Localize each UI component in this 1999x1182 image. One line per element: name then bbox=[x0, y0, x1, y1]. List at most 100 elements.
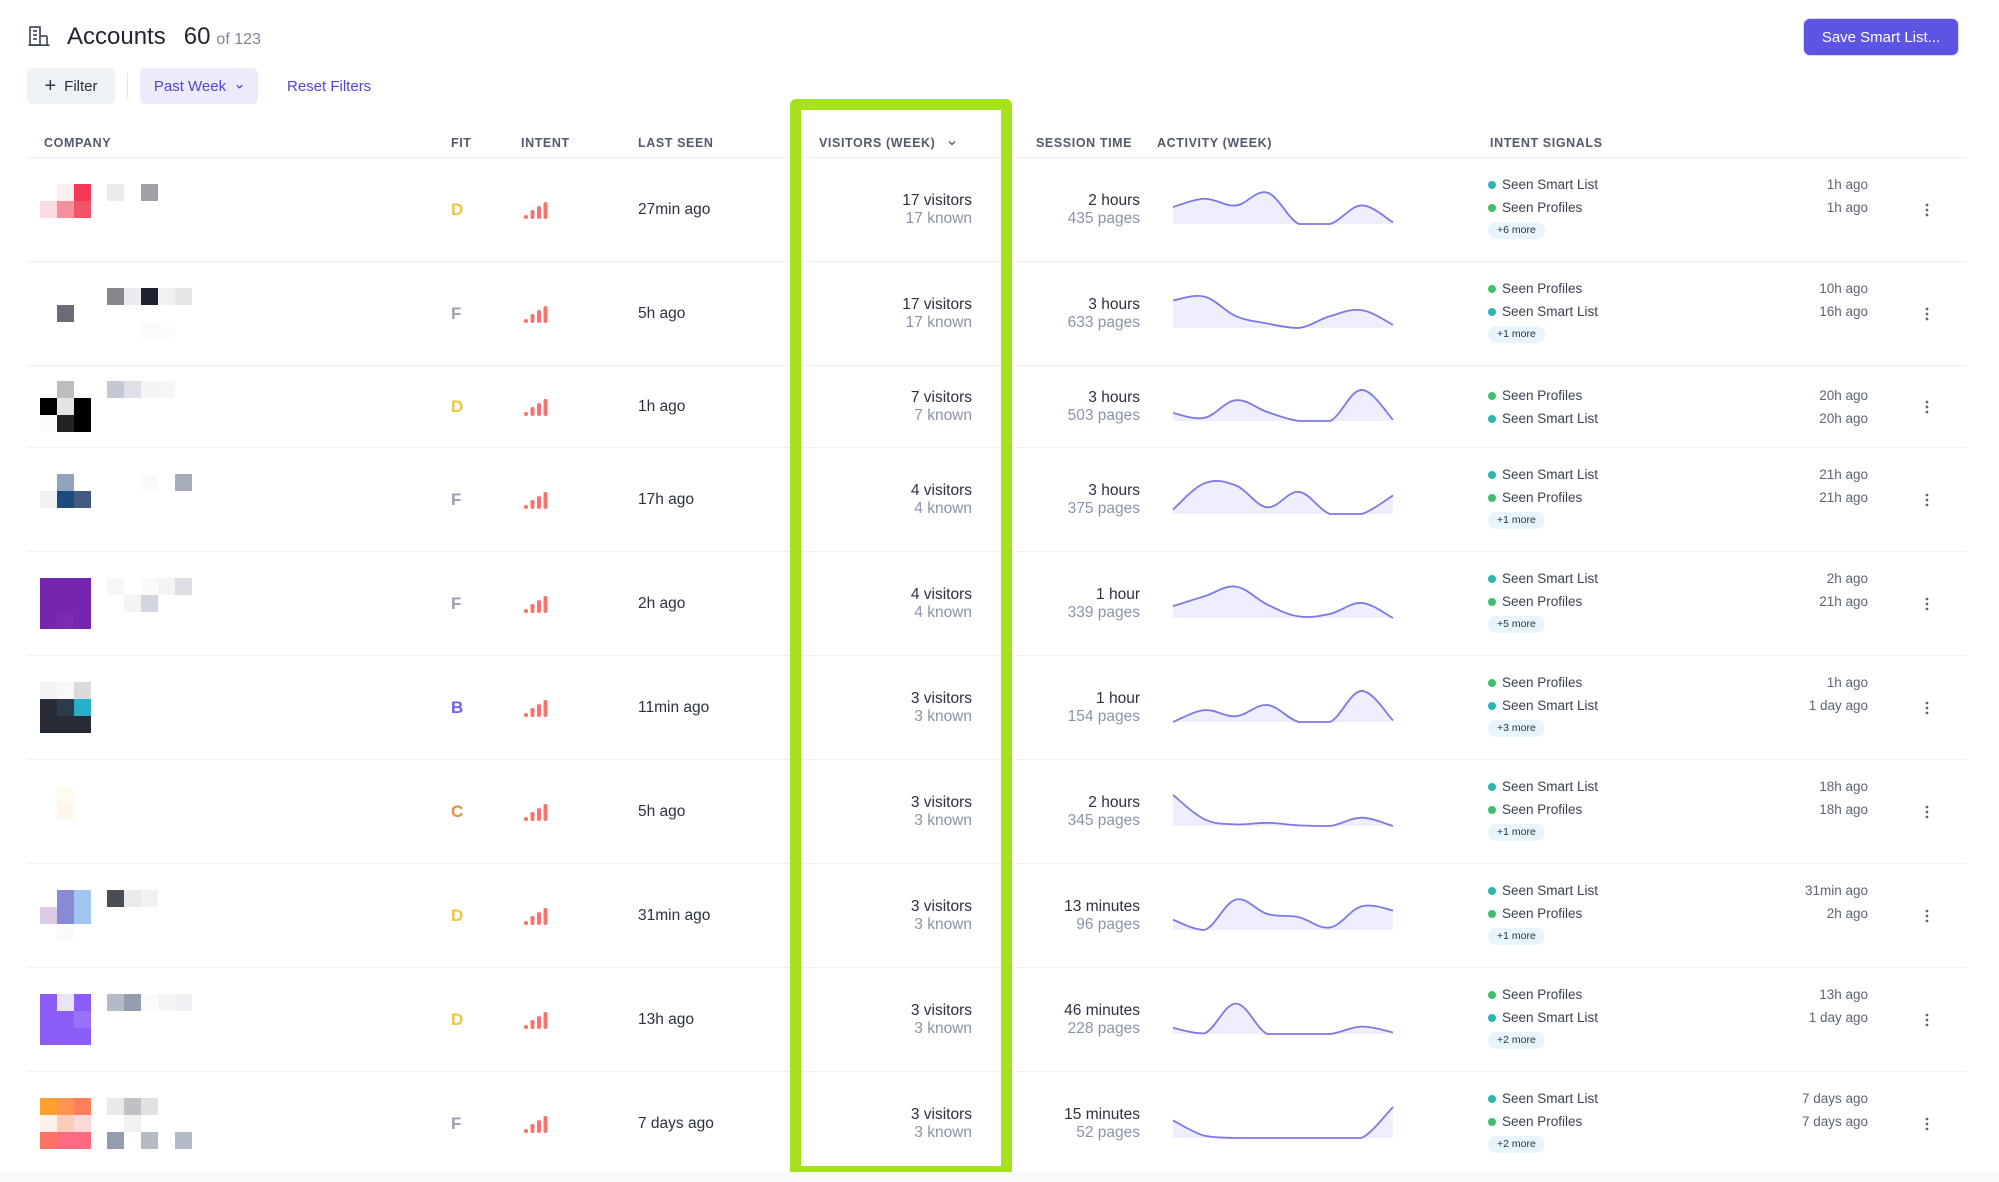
company-name-redacted[interactable] bbox=[107, 994, 192, 1045]
more-options-icon[interactable] bbox=[1919, 304, 1935, 324]
name-pixel bbox=[141, 595, 158, 612]
intent-signal-item[interactable]: Seen Profiles 13h ago bbox=[1488, 983, 1868, 1006]
signal-label: Seen Smart List bbox=[1502, 467, 1599, 482]
intent-signal-bars-icon bbox=[524, 399, 548, 416]
intent-signals: Seen Smart List 21h ago Seen Profiles 21h a… bbox=[1488, 463, 1868, 529]
more-options-icon[interactable] bbox=[1919, 1114, 1935, 1134]
name-pixel bbox=[175, 1028, 192, 1045]
signal-label: Seen Smart List bbox=[1502, 698, 1599, 713]
table-row[interactable]: D 13h ago 3 visitors 3 known 46 minutes 228 p… bbox=[27, 968, 1967, 1072]
known-count: 4 known bbox=[914, 500, 972, 517]
intent-signal-item[interactable]: Seen Profiles 1h ago bbox=[1488, 196, 1868, 219]
logo-pixel bbox=[57, 1132, 74, 1149]
column-header-last-seen[interactable]: LAST SEEN bbox=[638, 136, 714, 150]
intent-signal-item[interactable]: Seen Smart List 18h ago bbox=[1488, 775, 1868, 798]
page-count: 345 pages bbox=[1067, 812, 1140, 829]
table-row[interactable]: F 17h ago 4 visitors 4 known 3 hours 375 page… bbox=[27, 448, 1967, 552]
more-signals-badge[interactable]: +6 more bbox=[1488, 222, 1545, 239]
more-signals-badge[interactable]: +5 more bbox=[1488, 616, 1545, 633]
intent-signal-item[interactable]: Seen Profiles 21h ago bbox=[1488, 486, 1868, 509]
name-pixel bbox=[158, 381, 175, 398]
more-options-icon[interactable] bbox=[1919, 490, 1935, 510]
logo-pixel bbox=[40, 305, 57, 322]
name-pixel bbox=[158, 699, 175, 716]
intent-signal-item[interactable]: Seen Smart List 21h ago bbox=[1488, 463, 1868, 486]
intent-signal-item[interactable]: Seen Smart List 16h ago bbox=[1488, 300, 1868, 323]
company-name-redacted[interactable] bbox=[107, 682, 192, 733]
more-signals-badge[interactable]: +1 more bbox=[1488, 326, 1545, 343]
signal-label: Seen Profiles bbox=[1502, 1114, 1583, 1129]
more-options-icon[interactable] bbox=[1919, 200, 1935, 220]
more-signals-badge[interactable]: +1 more bbox=[1488, 512, 1545, 529]
column-header-visitors[interactable]: VISITORS (WEEK) bbox=[819, 136, 957, 150]
table-row[interactable]: F 7 days ago 3 visitors 3 known 15 minutes 52… bbox=[27, 1072, 1967, 1176]
table-row[interactable]: B 11min ago 3 visitors 3 known 1 hour 154 pag… bbox=[27, 656, 1967, 760]
company-name-redacted[interactable] bbox=[107, 184, 192, 235]
intent-signal-item[interactable]: Seen Profiles 18h ago bbox=[1488, 798, 1868, 821]
known-count: 3 known bbox=[914, 812, 972, 829]
signal-label: Seen Profiles bbox=[1502, 675, 1583, 690]
intent-signal-item[interactable]: Seen Profiles 10h ago bbox=[1488, 277, 1868, 300]
more-options-icon[interactable] bbox=[1919, 698, 1935, 718]
more-options-icon[interactable] bbox=[1919, 906, 1935, 926]
more-signals-badge[interactable]: +3 more bbox=[1488, 720, 1545, 737]
signal-time: 18h ago bbox=[1819, 802, 1868, 817]
name-pixel bbox=[158, 578, 175, 595]
visitors-cell: 4 visitors 4 known bbox=[812, 482, 972, 518]
intent-signal-item[interactable]: Seen Smart List 1h ago bbox=[1488, 173, 1868, 196]
more-signals-badge[interactable]: +2 more bbox=[1488, 1032, 1545, 1049]
intent-signal-item[interactable]: Seen Smart List 2h ago bbox=[1488, 567, 1868, 590]
intent-signal-item[interactable]: Seen Smart List 31min ago bbox=[1488, 879, 1868, 902]
column-header-activity[interactable]: ACTIVITY (WEEK) bbox=[1157, 136, 1272, 150]
intent-signal-item[interactable]: Seen Smart List 20h ago bbox=[1488, 407, 1868, 430]
name-pixel bbox=[141, 381, 158, 398]
more-options-icon[interactable] bbox=[1919, 397, 1935, 417]
add-filter-button[interactable]: + Filter bbox=[27, 68, 115, 104]
more-options-icon[interactable] bbox=[1919, 1010, 1935, 1030]
logo-pixel bbox=[74, 508, 91, 525]
column-header-intent[interactable]: INTENT bbox=[521, 136, 570, 150]
table-row[interactable]: D 1h ago 7 visitors 7 known 3 hours 503 pages… bbox=[27, 366, 1967, 448]
column-header-intent-signals[interactable]: INTENT SIGNALS bbox=[1490, 136, 1603, 150]
company-name-redacted[interactable] bbox=[107, 786, 192, 837]
intent-signal-item[interactable]: Seen Profiles 20h ago bbox=[1488, 384, 1868, 407]
intent-signal-item[interactable]: Seen Profiles 7 days ago bbox=[1488, 1110, 1868, 1133]
table-row[interactable]: F 5h ago 17 visitors 17 known 3 hours 633 pag… bbox=[27, 262, 1967, 366]
table-row[interactable]: C 5h ago 3 visitors 3 known 2 hours 345 pages… bbox=[27, 760, 1967, 864]
name-pixel bbox=[141, 716, 158, 733]
reset-filters-link[interactable]: Reset Filters bbox=[287, 78, 371, 95]
more-signals-badge[interactable]: +2 more bbox=[1488, 1136, 1545, 1153]
intent-signal-item[interactable]: Seen Profiles 21h ago bbox=[1488, 590, 1868, 613]
company-name-redacted[interactable] bbox=[107, 578, 192, 629]
account-count: 60 bbox=[183, 23, 211, 50]
more-signals-badge[interactable]: +1 more bbox=[1488, 928, 1545, 945]
page-count: 154 pages bbox=[1067, 708, 1140, 725]
company-name-redacted[interactable] bbox=[107, 381, 192, 432]
company-name-redacted[interactable] bbox=[107, 288, 192, 339]
name-pixel bbox=[107, 491, 124, 508]
intent-signal-item[interactable]: Seen Smart List 1 day ago bbox=[1488, 1006, 1868, 1029]
logo-pixel bbox=[40, 1098, 57, 1115]
company-name-redacted[interactable] bbox=[107, 1098, 192, 1149]
column-header-company[interactable]: COMPANY bbox=[44, 136, 111, 150]
table-row[interactable]: F 2h ago 4 visitors 4 known 1 hour 339 pages S… bbox=[27, 552, 1967, 656]
intent-signal-item[interactable]: Seen Smart List 1 day ago bbox=[1488, 694, 1868, 717]
intent-signal-item[interactable]: Seen Profiles 2h ago bbox=[1488, 902, 1868, 925]
column-header-session-time[interactable]: SESSION TIME bbox=[1036, 136, 1132, 150]
company-name-redacted[interactable] bbox=[107, 890, 192, 941]
table-row[interactable]: D 31min ago 3 visitors 3 known 13 minutes 96 … bbox=[27, 864, 1967, 968]
company-name-redacted[interactable] bbox=[107, 474, 192, 525]
table-row[interactable]: D 27min ago 17 visitors 17 known 2 hours 435 … bbox=[27, 158, 1967, 262]
fit-grade: F bbox=[451, 304, 462, 323]
more-options-icon[interactable] bbox=[1919, 594, 1935, 614]
name-pixel bbox=[175, 305, 192, 322]
intent-signal-item[interactable]: Seen Smart List 7 days ago bbox=[1488, 1087, 1868, 1110]
save-smart-list-button[interactable]: Save Smart List... bbox=[1804, 19, 1958, 55]
more-signals-badge[interactable]: +1 more bbox=[1488, 824, 1545, 841]
signal-time: 31min ago bbox=[1804, 883, 1868, 898]
period-dropdown[interactable]: Past Week bbox=[140, 68, 258, 104]
intent-signal-item[interactable]: Seen Profiles 1h ago bbox=[1488, 671, 1868, 694]
more-options-icon[interactable] bbox=[1919, 802, 1935, 822]
column-header-fit[interactable]: FIT bbox=[451, 136, 472, 150]
logo-pixel bbox=[57, 994, 74, 1011]
